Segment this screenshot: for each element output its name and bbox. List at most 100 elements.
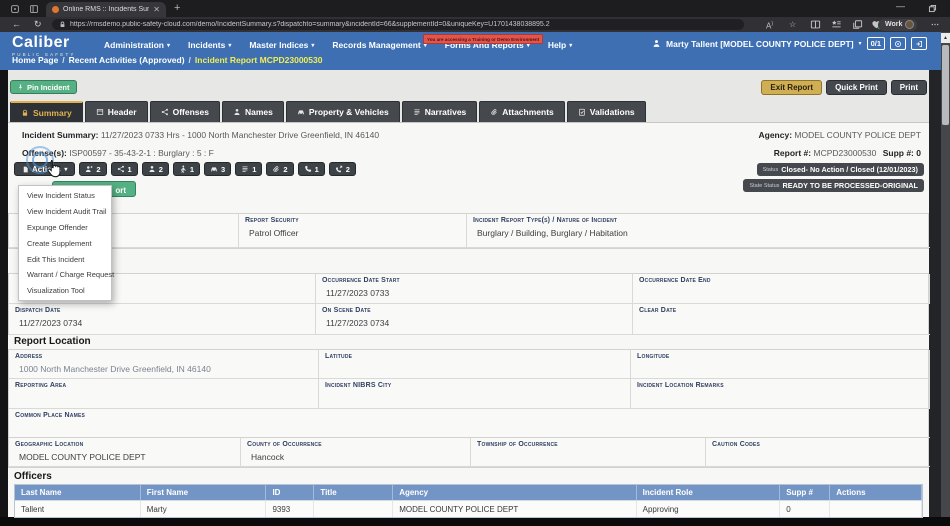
menu-item-edit-this-incident[interactable]: Edit This Incident bbox=[19, 251, 111, 267]
caliber-logo[interactable]: Caliber PUBLIC SAFETY bbox=[12, 35, 76, 57]
state-status-value: READY TO BE PROCESSED-ORIGINAL bbox=[782, 181, 918, 190]
field-label: Caution Codes bbox=[712, 441, 924, 449]
read-aloud-icon[interactable]: A) bbox=[766, 19, 773, 32]
tab-close-icon[interactable]: ✕ bbox=[153, 6, 160, 14]
user-name[interactable]: Marty Tallent [MODEL COUNTY POLICE DEPT] bbox=[666, 39, 854, 49]
count-chip-vehicle[interactable]: 3 bbox=[204, 162, 231, 176]
field-value: Patrol Officer bbox=[245, 225, 460, 238]
nav-item-master-indices[interactable]: Master Indices▾ bbox=[240, 37, 323, 53]
column-header-incident-role[interactable]: Incident Role bbox=[637, 485, 781, 500]
field-value: 11/27/2023 0734 bbox=[15, 315, 309, 328]
actions-dropdown-menu: View Incident StatusView Incident Audit … bbox=[18, 185, 112, 301]
call-icon bbox=[335, 165, 343, 173]
profile-avatar bbox=[905, 20, 914, 29]
tab-offenses[interactable]: Offenses bbox=[150, 101, 220, 122]
field-label: Occurrence Date Start bbox=[322, 277, 626, 285]
table-cell: Tallent bbox=[15, 501, 141, 517]
print-button[interactable]: Print bbox=[891, 80, 927, 95]
new-tab-button[interactable]: + bbox=[174, 2, 180, 14]
breadcrumb-separator: / bbox=[189, 55, 191, 65]
table-cell bbox=[830, 501, 922, 517]
count-chip-narrative[interactable]: 1 bbox=[235, 162, 262, 176]
menu-item-expunge-offender[interactable]: Expunge Offender bbox=[19, 220, 111, 236]
count-value: 1 bbox=[190, 165, 194, 174]
nav-item-records-management[interactable]: Records Management▾ bbox=[323, 37, 435, 53]
tab-summary[interactable]: Summary bbox=[10, 101, 83, 122]
circle-dot-icon bbox=[894, 40, 902, 48]
circle-button[interactable] bbox=[890, 37, 906, 50]
field-township-of-occurrence: Township of Occurrence bbox=[471, 438, 706, 467]
column-header-actions[interactable]: Actions bbox=[830, 485, 922, 500]
count-chip-names[interactable]: 2 bbox=[142, 162, 169, 176]
count-chip-offender[interactable]: 2 bbox=[79, 162, 106, 176]
field-value bbox=[639, 315, 924, 325]
column-header-title[interactable]: Title bbox=[314, 485, 393, 500]
count-chip-arrest[interactable]: 1 bbox=[173, 162, 200, 176]
quick-print-button[interactable]: Quick Print bbox=[826, 80, 887, 95]
browser-menu-icon[interactable]: ⋯ bbox=[931, 19, 939, 30]
column-header-supp[interactable]: Supp # bbox=[780, 485, 830, 500]
tab-actions-icon[interactable] bbox=[29, 4, 39, 14]
split-screen-icon[interactable] bbox=[810, 19, 821, 30]
summary-text-block: Incident Summary: 11/27/2023 0733 Hrs - … bbox=[22, 130, 379, 166]
breadcrumb-recent-activities[interactable]: Recent Activities (Approved) bbox=[69, 55, 185, 65]
scrollbar-up-arrow[interactable]: ▲ bbox=[941, 33, 950, 43]
refresh-icon[interactable]: ↻ bbox=[34, 19, 42, 30]
tab-label: Attachments bbox=[502, 107, 553, 117]
breadcrumb-separator: / bbox=[62, 55, 64, 65]
exit-report-button[interactable]: Exit Report bbox=[761, 80, 822, 95]
column-header-last-name[interactable]: Last Name bbox=[15, 485, 141, 500]
column-header-id[interactable]: ID bbox=[266, 485, 314, 500]
url-text: https://rmsdemo.public-safety-cloud.com/… bbox=[70, 21, 550, 28]
field-label: Latitude bbox=[325, 353, 624, 361]
window-restore-button[interactable] bbox=[928, 4, 937, 13]
tab-attachments[interactable]: Attachments bbox=[479, 101, 564, 122]
workspaces-icon[interactable] bbox=[10, 4, 20, 14]
breadcrumb-home[interactable]: Home Page bbox=[12, 55, 58, 65]
tab-narratives[interactable]: Narratives bbox=[402, 101, 478, 122]
field-clear-date: Clear Date bbox=[633, 304, 930, 335]
count-chip-offense[interactable]: 1 bbox=[111, 162, 138, 176]
back-icon[interactable]: ← bbox=[12, 19, 21, 30]
nav-item-administration[interactable]: Administration▾ bbox=[95, 37, 179, 53]
logout-button[interactable] bbox=[911, 37, 927, 50]
column-header-first-name[interactable]: First Name bbox=[141, 485, 267, 500]
table-cell: MODEL COUNTY POLICE DEPT bbox=[393, 501, 636, 517]
tab-label: Names bbox=[245, 107, 273, 117]
column-header-agency[interactable]: Agency bbox=[393, 485, 636, 500]
browser-tab[interactable]: Online RMS :: Incidents Summary ✕ bbox=[46, 2, 166, 17]
tab-header[interactable]: Header bbox=[85, 101, 148, 122]
field-address: Address 1000 North Manchester Drive Gree… bbox=[9, 350, 319, 379]
tab-names[interactable]: Names bbox=[222, 101, 284, 122]
window-minimize-button[interactable]: — bbox=[896, 1, 905, 11]
address-bar[interactable]: https://rmsdemo.public-safety-cloud.com/… bbox=[52, 19, 744, 30]
browser-profile-button[interactable]: Work bbox=[878, 19, 917, 31]
person-icon bbox=[233, 108, 241, 116]
pin-incident-button[interactable]: Pin Incident bbox=[10, 80, 77, 94]
count-chip-phone[interactable]: 1 bbox=[298, 162, 325, 176]
menu-item-create-supplement[interactable]: Create Supplement bbox=[19, 235, 111, 251]
field-dispatch-date: Dispatch Date 11/27/2023 0734 bbox=[9, 304, 316, 335]
menu-item-view-incident-status[interactable]: View Incident Status bbox=[19, 188, 111, 204]
field-incident-location-remarks: Incident Location Remarks bbox=[631, 379, 930, 409]
favorite-star-icon[interactable]: ☆ bbox=[789, 19, 796, 30]
page-scrollbar[interactable]: ▲ bbox=[941, 32, 950, 517]
count-chip-call[interactable]: 2 bbox=[329, 162, 356, 176]
menu-item-warrant-charge-request[interactable]: Warrant / Charge Request bbox=[19, 267, 111, 283]
collections-icon[interactable] bbox=[852, 19, 863, 30]
tab-property-vehicles[interactable]: Property & Vehicles bbox=[286, 101, 400, 122]
tab-validations[interactable]: Validations bbox=[567, 101, 646, 122]
scrollbar-thumb[interactable] bbox=[942, 45, 949, 125]
notification-counter[interactable]: 0/1 bbox=[867, 37, 885, 50]
menu-item-view-incident-audit-trail[interactable]: View Incident Audit Trail bbox=[19, 204, 111, 220]
user-menu-caret-icon[interactable]: ▾ bbox=[859, 40, 862, 47]
browser-tab-strip: Online RMS :: Incidents Summary ✕ + — bbox=[0, 0, 950, 17]
field-incident-nibrs-city: Incident NIBRS City bbox=[319, 379, 631, 409]
nav-item-incidents[interactable]: Incidents▾ bbox=[179, 37, 240, 53]
field-value bbox=[639, 285, 923, 295]
count-chip-attachment[interactable]: 2 bbox=[266, 162, 293, 176]
site-favicon bbox=[52, 6, 59, 13]
favorites-bar-icon[interactable] bbox=[831, 19, 842, 30]
menu-item-visualization-tool[interactable]: Visualization Tool bbox=[19, 283, 111, 299]
nav-item-help[interactable]: Help▾ bbox=[539, 37, 581, 53]
